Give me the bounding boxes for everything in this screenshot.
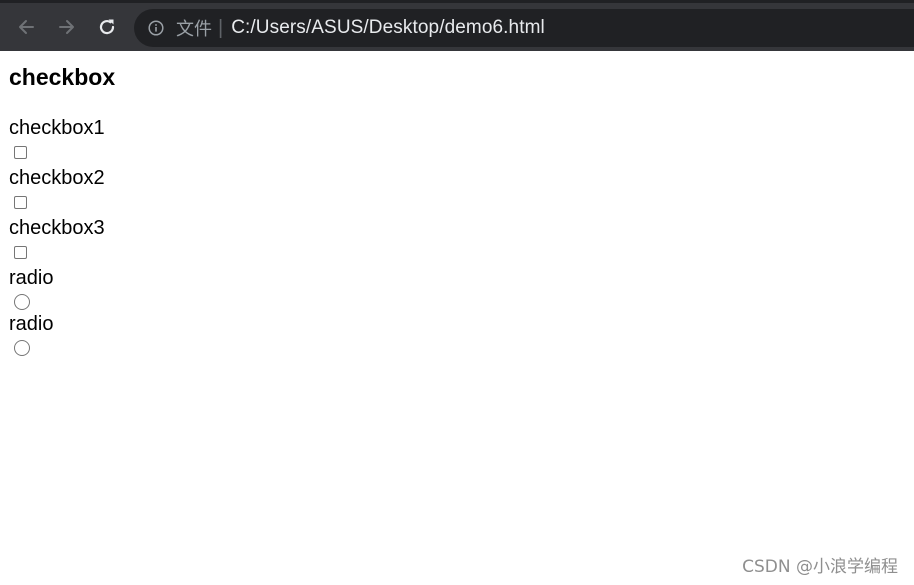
info-icon[interactable] <box>147 19 165 37</box>
radio1-label: radio <box>9 267 54 289</box>
checkbox3-label: checkbox3 <box>9 217 105 239</box>
scheme-label: 文件 <box>176 19 212 40</box>
radio1[interactable] <box>14 294 30 310</box>
checkbox1-label: checkbox1 <box>9 117 105 139</box>
checkbox2[interactable] <box>14 196 27 209</box>
radio2-label: radio <box>9 313 54 335</box>
back-button[interactable] <box>12 13 40 41</box>
watermark: CSDN @小浪学编程 <box>742 557 898 577</box>
reload-button[interactable] <box>93 13 121 41</box>
browser-toolbar: 文件 | C:/Users/ASUS/Desktop/demo6.html <box>0 0 914 51</box>
arrow-right-icon <box>59 20 74 34</box>
reload-icon <box>99 19 115 35</box>
page-title: checkbox <box>9 64 116 90</box>
url-text[interactable]: C:/Users/ASUS/Desktop/demo6.html <box>231 17 545 39</box>
checkbox1[interactable] <box>14 146 27 159</box>
arrow-left-icon <box>19 20 34 34</box>
checkbox3[interactable] <box>14 246 27 259</box>
radio2[interactable] <box>14 340 30 356</box>
scheme-separator: | <box>218 16 224 39</box>
forward-button[interactable] <box>53 13 81 41</box>
page-content: checkbox checkbox1 checkbox2 checkbox3 r… <box>0 51 914 585</box>
address-bar[interactable]: 文件 | C:/Users/ASUS/Desktop/demo6.html <box>134 9 914 47</box>
checkbox2-label: checkbox2 <box>9 167 105 189</box>
